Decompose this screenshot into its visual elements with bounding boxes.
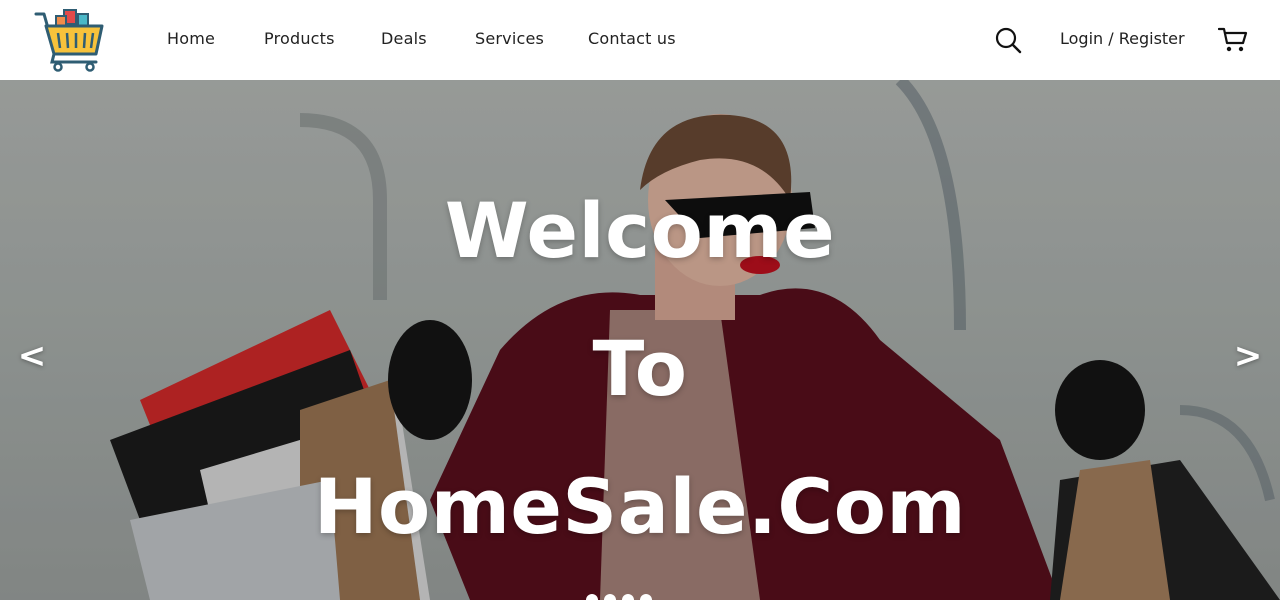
carousel-next-button[interactable]: > (1228, 332, 1268, 380)
hero-title-line-to: To (592, 324, 688, 413)
search-icon[interactable] (994, 26, 1022, 54)
nav-contact-link[interactable]: Contact us (588, 29, 676, 48)
nav-services-link[interactable]: Services (475, 29, 544, 48)
carousel-indicators (586, 594, 652, 600)
nav-home-link[interactable]: Home (167, 29, 215, 48)
hero-title-line-site: HomeSale.Com (313, 462, 967, 551)
hero-title: Welcome To HomeSale.Com (0, 162, 1280, 576)
site-header: Home Products Deals Services Contact us … (0, 0, 1280, 80)
carousel-dot[interactable] (622, 594, 634, 600)
nav-products-link[interactable]: Products (264, 29, 335, 48)
nav-deals-link[interactable]: Deals (381, 29, 427, 48)
carousel-dot[interactable] (640, 594, 652, 600)
hero-title-line-welcome: Welcome (444, 186, 836, 275)
login-register-link[interactable]: Login / Register (1060, 29, 1185, 48)
carousel-dot[interactable] (586, 594, 598, 600)
hero-carousel: Welcome To HomeSale.Com < > (0, 80, 1280, 600)
carousel-prev-button[interactable]: < (12, 332, 52, 380)
cart-icon[interactable] (1218, 26, 1248, 54)
carousel-dot[interactable] (604, 594, 616, 600)
